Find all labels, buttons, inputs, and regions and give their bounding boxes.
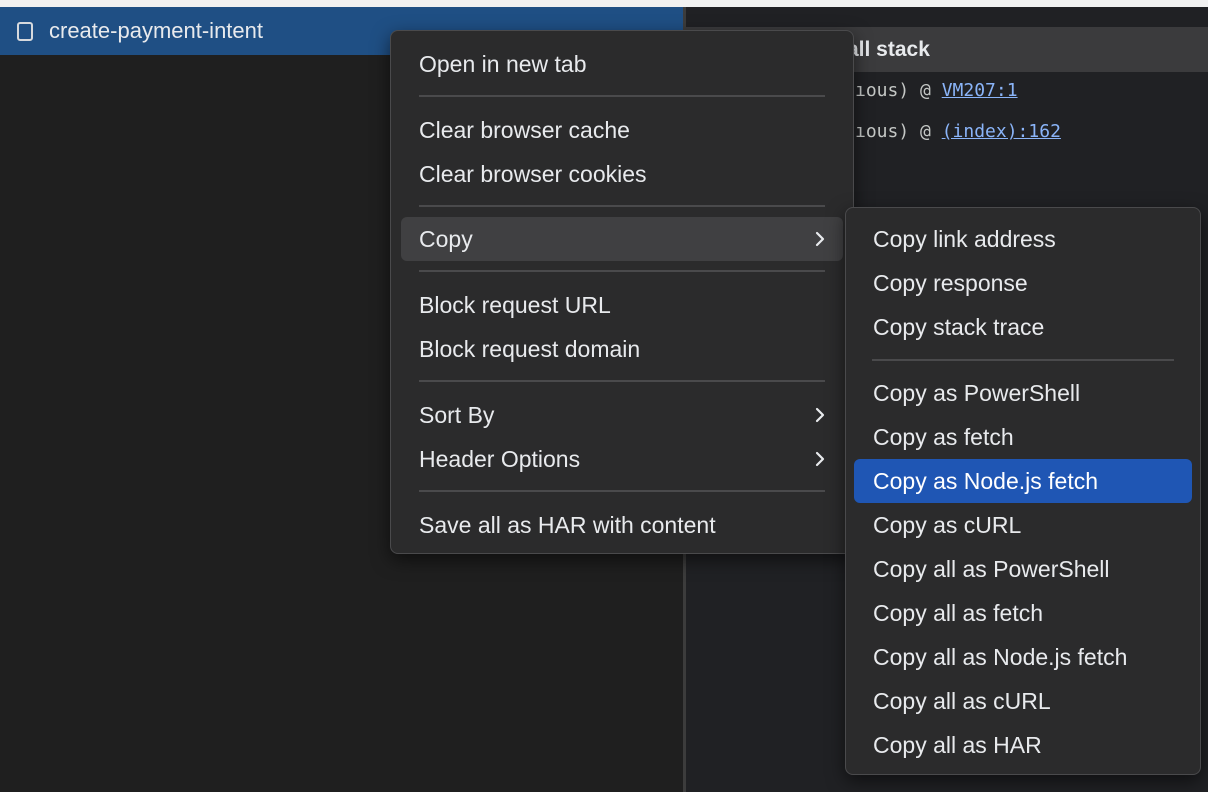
menu-copy[interactable]: Copy — [401, 217, 843, 261]
devtools-window: create-payment-intent all stack ıous) @ … — [0, 0, 1208, 792]
stack-frame-2: ıous) @ (index):162 — [855, 121, 1061, 142]
menu-block-request-url[interactable]: Block request URL — [401, 283, 843, 327]
menu-item-label: Save all as HAR with content — [419, 511, 716, 538]
submenu-item-label: Copy all as PowerShell — [873, 555, 1110, 582]
menu-item-label: Block request URL — [419, 291, 611, 318]
menu-item-label: Block request domain — [419, 335, 641, 362]
submenu-item-label: Copy as Node.js fetch — [873, 467, 1099, 494]
window-top-edge — [0, 0, 1208, 7]
submenu-copy-as-powershell[interactable]: Copy as PowerShell — [854, 371, 1192, 415]
chevron-right-icon — [815, 231, 825, 247]
context-menu: Open in new tab Clear browser cache Clea… — [390, 30, 854, 554]
submenu-copy-response[interactable]: Copy response — [854, 261, 1192, 305]
menu-open-in-new-tab[interactable]: Open in new tab — [401, 42, 843, 86]
menu-item-label: Copy — [419, 225, 473, 252]
submenu-item-label: Copy all as cURL — [873, 687, 1051, 714]
menu-item-label: Sort By — [419, 401, 495, 428]
menu-item-label: Clear browser cache — [419, 116, 630, 143]
submenu-copy-all-as-nodejs-fetch[interactable]: Copy all as Node.js fetch — [854, 635, 1192, 679]
chevron-right-icon — [815, 407, 825, 423]
submenu-item-label: Copy all as fetch — [873, 599, 1044, 626]
menu-clear-browser-cookies[interactable]: Clear browser cookies — [401, 152, 843, 196]
submenu-copy-link-address[interactable]: Copy link address — [854, 217, 1192, 261]
menu-item-label: Header Options — [419, 445, 581, 472]
stack-frame-link[interactable]: (index):162 — [942, 121, 1061, 142]
submenu-copy-as-fetch[interactable]: Copy as fetch — [854, 415, 1192, 459]
submenu-copy-all-as-curl[interactable]: Copy all as cURL — [854, 679, 1192, 723]
menu-separator — [419, 270, 825, 272]
submenu-copy-as-curl[interactable]: Copy as cURL — [854, 503, 1192, 547]
stack-frame-link[interactable]: VM207:1 — [942, 80, 1018, 101]
submenu-item-label: Copy as cURL — [873, 511, 1022, 538]
menu-sort-by[interactable]: Sort By — [401, 393, 843, 437]
submenu-copy-as-nodejs-fetch[interactable]: Copy as Node.js fetch — [854, 459, 1192, 503]
menu-separator — [872, 359, 1174, 361]
submenu-copy-all-as-powershell[interactable]: Copy all as PowerShell — [854, 547, 1192, 591]
submenu-copy-stack-trace[interactable]: Copy stack trace — [854, 305, 1192, 349]
menu-separator — [419, 205, 825, 207]
menu-clear-browser-cache[interactable]: Clear browser cache — [401, 108, 843, 152]
chevron-right-icon — [815, 451, 825, 467]
submenu-copy-all-as-fetch[interactable]: Copy all as fetch — [854, 591, 1192, 635]
menu-item-label: Clear browser cookies — [419, 160, 647, 187]
menu-item-label: Open in new tab — [419, 50, 587, 77]
menu-block-request-domain[interactable]: Block request domain — [401, 327, 843, 371]
submenu-item-label: Copy response — [873, 269, 1028, 296]
submenu-item-label: Copy as fetch — [873, 423, 1014, 450]
menu-separator — [419, 380, 825, 382]
stack-frame-prefix: ıous) @ — [855, 121, 942, 142]
submenu-copy-all-as-har[interactable]: Copy all as HAR — [854, 723, 1192, 767]
menu-save-all-as-har[interactable]: Save all as HAR with content — [401, 503, 843, 547]
menu-header-options[interactable]: Header Options — [401, 437, 843, 481]
submenu-item-label: Copy link address — [873, 225, 1056, 252]
submenu-item-label: Copy all as HAR — [873, 731, 1042, 758]
request-name: create-payment-intent — [49, 18, 263, 43]
document-icon — [17, 21, 33, 41]
call-stack-title: all stack — [847, 37, 930, 61]
menu-separator — [419, 490, 825, 492]
submenu-item-label: Copy all as Node.js fetch — [873, 643, 1128, 670]
submenu-item-label: Copy stack trace — [873, 313, 1045, 340]
menu-separator — [419, 95, 825, 97]
stack-frame-prefix: ıous) @ — [855, 80, 942, 101]
submenu-item-label: Copy as PowerShell — [873, 379, 1081, 406]
stack-frame-1: ıous) @ VM207:1 — [855, 80, 1018, 101]
copy-submenu: Copy link address Copy response Copy sta… — [845, 207, 1201, 775]
